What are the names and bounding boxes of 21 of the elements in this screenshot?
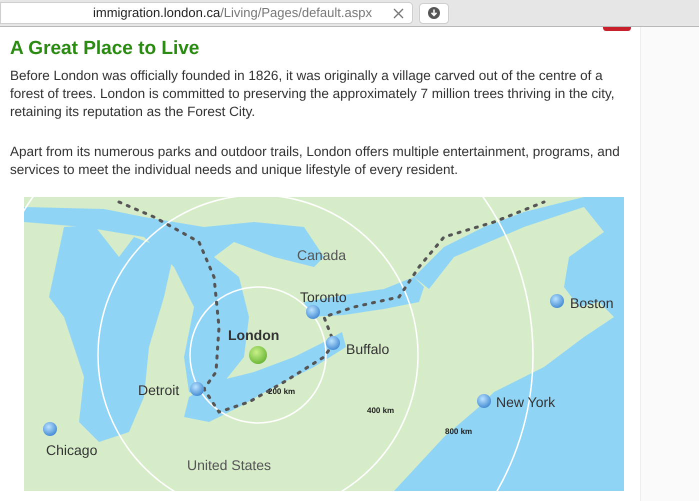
close-icon[interactable] xyxy=(393,8,404,18)
distance-label: 200 km xyxy=(268,386,296,398)
distance-label: 400 km xyxy=(367,405,394,417)
city-label: Boston xyxy=(570,294,614,313)
city-label: London xyxy=(228,326,280,345)
download-icon xyxy=(428,7,440,19)
address-field[interactable]: immigration.london.ca/Living/Pages/default.aspx xyxy=(0,2,413,24)
page-heading: A Great Place to Live xyxy=(10,37,200,61)
city-label: Chicago xyxy=(46,441,98,460)
tab-marker xyxy=(603,27,631,31)
download-button[interactable] xyxy=(419,2,449,24)
url-path: /Living/Pages/default.aspx xyxy=(220,4,372,22)
city-label: Detroit xyxy=(138,381,180,400)
paragraph: Before London was officially founded in 1826, it was originally a village carved out of the centre of a forest of trees. London is committed to preserving the approximately 7 million trees thriving in the city, retaining its reputation as the Forest City. xyxy=(10,67,616,121)
city-label: Buffalo xyxy=(346,340,390,359)
city-label: Toronto xyxy=(300,288,347,307)
region-label: United States xyxy=(187,456,272,475)
distance-label: 800 km xyxy=(445,426,472,438)
region-label: Canada xyxy=(297,246,346,265)
paragraph: Apart from its numerous parks and outdoor trails, London offers multiple entertainment, programs, and services to meet the individual needs and unique lifestyle of every resident. xyxy=(10,143,620,179)
url-host: immigration.london.ca xyxy=(93,4,220,22)
